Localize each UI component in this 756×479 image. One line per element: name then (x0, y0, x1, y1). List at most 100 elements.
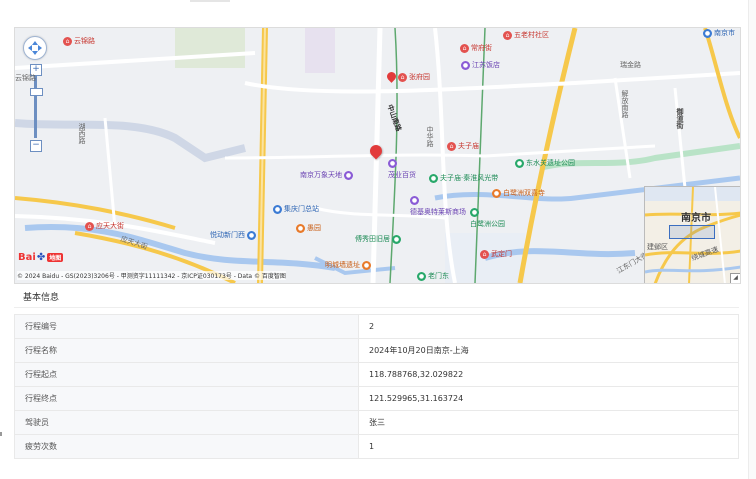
community-icon: ⌂ (503, 30, 512, 40)
monument-icon: ● (362, 260, 371, 270)
overview-toggle-icon[interactable]: ◢ (730, 273, 740, 283)
poi-label: 常府街 (471, 44, 492, 52)
poi-label: 茂业百货 (388, 171, 416, 179)
zoom-out-button[interactable]: − (30, 140, 42, 152)
poi-label: 五老村社区 (514, 31, 549, 39)
trip-id-label: 行程编号 (14, 314, 359, 339)
poi-marker[interactable]: ● 傅秀田旧居 (355, 234, 401, 244)
table-row: 行程终点 121.529965,31.163724 (14, 386, 739, 411)
pan-up-icon[interactable] (32, 38, 38, 45)
place-icon: ● (703, 28, 712, 38)
poi-label: 张府园 (409, 73, 430, 81)
park-icon: ● (470, 208, 479, 217)
garden-icon: ● (296, 223, 305, 233)
poi-label: 应天大街 (96, 222, 124, 230)
poi-marker[interactable]: ⌂ 夫子庙 (447, 141, 479, 151)
poi-label: 德基奥特莱斯商场 (410, 208, 466, 216)
map-view[interactable]: + − 云锦路 瑞金路 解放南路 御道街 湖西路 中山南路 中华路 应天大街 江… (14, 27, 741, 284)
poi-marker[interactable]: ⌂ 应天大街 (85, 221, 124, 231)
trip-info-table: 行程编号 2 行程名称 2024年10月20日南京-上海 行程起点 118.78… (14, 314, 739, 459)
restaurant-icon: ⌂ (63, 36, 72, 46)
table-row: 疲劳次数 1 (14, 434, 739, 459)
table-row: 行程起点 118.788768,32.029822 (14, 362, 739, 387)
temple-icon: ● (492, 188, 501, 198)
place-icon: ● (247, 230, 256, 240)
poi-marker[interactable]: ● 白鹭洲公园 (470, 208, 505, 229)
landmark-icon: ⌂ (398, 72, 407, 82)
poi-label: 傅秀田旧居 (355, 235, 390, 243)
poi-label: 武定门 (491, 250, 512, 258)
scrollbar[interactable] (748, 0, 756, 479)
pan-down-icon[interactable] (32, 51, 38, 58)
trip-end-value: 121.529965,31.163724 (358, 386, 739, 411)
temple-icon: ⌂ (447, 141, 456, 151)
zoom-slider-track[interactable] (34, 76, 37, 138)
viewport-rectangle[interactable] (669, 225, 715, 239)
poi-label: 东水关遗址公园 (526, 159, 575, 167)
shopping-icon: ● (344, 170, 353, 180)
poi-marker[interactable]: ⌂ 云锦路 (63, 36, 95, 46)
map-copyright: © 2024 Baidu - GS(2023)3206号 - 甲测资字11111… (17, 271, 286, 280)
landmark-icon: ⌂ (480, 249, 489, 259)
poi-label: 老门东 (428, 272, 449, 280)
road-label: 瑞金路 (620, 61, 641, 69)
poi-marker[interactable]: ● 茂业百货 (388, 159, 416, 180)
poi-marker[interactable]: ● 东水关遗址公园 (515, 158, 575, 168)
poi-marker[interactable]: ● 江苏饭店 (461, 60, 500, 70)
road-label: 云锦路 (15, 74, 36, 82)
poi-marker[interactable]: ● 老门东 (417, 271, 449, 281)
hotel-icon: ● (461, 60, 470, 70)
road-label: 御道街 (676, 108, 684, 129)
table-row: 行程编号 2 (14, 314, 739, 339)
bus-station-icon: ● (273, 204, 282, 214)
poi-marker[interactable]: ⌂ 张府园 (398, 72, 430, 82)
scenic-icon: ● (429, 173, 438, 183)
fatigue-count-label: 疲劳次数 (14, 434, 359, 459)
section-title: 基本信息 (23, 293, 60, 303)
poi-marker[interactable]: ● 愚园 (296, 223, 321, 233)
overview-city-label: 南京市 (681, 213, 711, 224)
overview-map[interactable]: 南京市 建邺区 绕城高速 ◢ (644, 186, 740, 283)
road-label: 中华路 (426, 126, 434, 147)
poi-marker[interactable]: ⌂ 五老村社区 (503, 30, 549, 40)
poi-label: 白鹭洲双喜寺 (503, 189, 545, 197)
landmark-icon: ⌂ (460, 43, 469, 53)
table-row: 驾驶员 张三 (14, 410, 739, 435)
table-row: 行程名称 2024年10月20日南京-上海 (14, 338, 739, 363)
poi-label: 云锦路 (74, 37, 95, 45)
poi-marker[interactable]: ⌂ 武定门 (480, 249, 512, 259)
fatigue-count-value: 1 (358, 434, 739, 459)
poi-marker[interactable]: ● 夫子庙·秦淮风光带 (429, 173, 500, 183)
poi-label: 江苏饭店 (472, 61, 500, 69)
zoom-slider-knob[interactable] (30, 88, 43, 96)
baidu-map-logo[interactable]: Bai ✤ 地图 (18, 252, 64, 263)
poi-marker[interactable]: ● 白鹭洲双喜寺 (492, 188, 545, 198)
trip-end-label: 行程终点 (14, 386, 359, 411)
poi-marker[interactable]: ● 集庆门总站 (273, 204, 319, 214)
landmark-icon: ⌂ (85, 221, 94, 231)
scenic-icon: ● (392, 234, 401, 244)
logo-text: Bai (18, 252, 36, 263)
pan-left-icon[interactable] (25, 45, 32, 51)
poi-label: 南京市 (714, 29, 735, 37)
shopping-icon: ● (388, 159, 397, 168)
poi-marker[interactable]: ● 明城墙遗址 (325, 260, 371, 270)
shopping-icon: ● (410, 196, 419, 205)
poi-label: 集庆门总站 (284, 205, 319, 213)
scenic-icon: ● (417, 271, 426, 281)
overview-district-label: 建邺区 (647, 243, 668, 251)
poi-label: 夫子庙·秦淮风光带 (440, 174, 499, 182)
poi-marker[interactable]: ⌂ 常府街 (460, 43, 492, 53)
paw-icon: ✤ (36, 252, 46, 263)
trip-start-label: 行程起点 (14, 362, 359, 387)
poi-label: 夫子庙 (458, 142, 479, 150)
pan-control[interactable] (23, 36, 47, 60)
poi-marker[interactable]: ● 德基奥特莱斯商场 (410, 196, 466, 217)
poi-label: 明城墙遗址 (325, 261, 360, 269)
poi-label: 南京万象天地 (300, 171, 342, 179)
poi-marker[interactable]: ● 南京万象天地 (300, 170, 353, 180)
pan-right-icon[interactable] (38, 45, 45, 51)
poi-marker[interactable]: ● 悦动新门西 (210, 230, 256, 240)
section-divider (14, 307, 739, 308)
poi-marker[interactable]: ● 南京市 (703, 28, 735, 38)
